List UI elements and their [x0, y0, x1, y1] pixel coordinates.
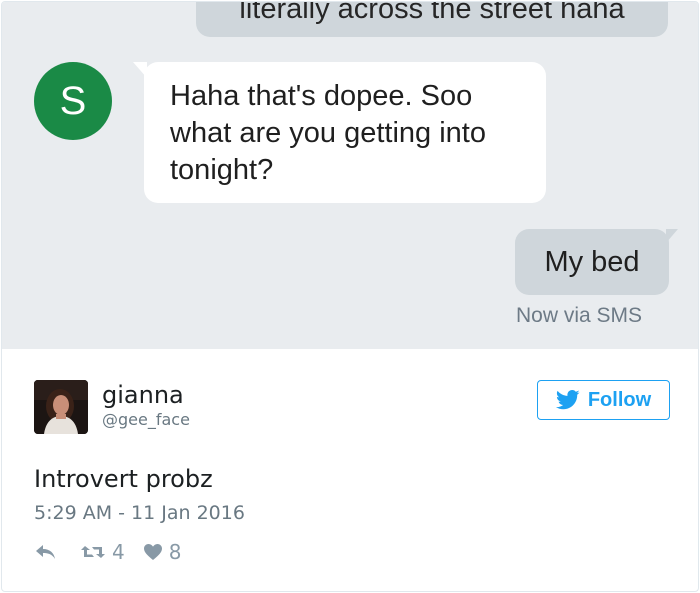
- user-avatar[interactable]: [34, 380, 88, 434]
- contact-avatar: S: [34, 62, 112, 140]
- user-handle[interactable]: @gee_face: [102, 410, 190, 430]
- follow-button[interactable]: Follow: [537, 380, 670, 420]
- outgoing-message-cutoff: literally across the street haha: [196, 2, 668, 37]
- reply-button[interactable]: [34, 543, 56, 561]
- heart-icon: [143, 544, 162, 560]
- tweet-actions: 4 8: [34, 538, 181, 566]
- incoming-message-bubble: Haha that's dopee. Soo what are you gett…: [144, 62, 546, 203]
- reply-icon: [36, 545, 55, 559]
- retweet-icon: [81, 546, 105, 558]
- outgoing-message-cutoff-text: literally across the street haha: [239, 2, 625, 25]
- tweet-text: Introvert probz: [34, 465, 213, 493]
- outgoing-message-bubble: My bed: [515, 229, 669, 295]
- like-count: 8: [168, 540, 182, 564]
- incoming-message-text: Haha that's dopee. Soo what are you gett…: [170, 80, 486, 186]
- sms-screenshot: literally across the street haha S Haha …: [2, 2, 698, 349]
- outgoing-message-text: My bed: [544, 246, 640, 278]
- like-button[interactable]: 8: [143, 540, 182, 564]
- contact-avatar-letter: S: [59, 79, 87, 123]
- twitter-bird-icon: [555, 390, 580, 410]
- message-status: Now via SMS: [515, 304, 642, 327]
- follow-button-label: Follow: [587, 388, 652, 411]
- user-display-name[interactable]: gianna: [102, 380, 184, 410]
- retweet-count: 4: [112, 540, 125, 564]
- retweet-button[interactable]: 4: [80, 540, 125, 564]
- embedded-tweet-card: literally across the street haha S Haha …: [1, 1, 699, 592]
- tweet-timestamp[interactable]: 5:29 AM - 11 Jan 2016: [34, 500, 245, 526]
- user-avatar-image: [34, 380, 88, 434]
